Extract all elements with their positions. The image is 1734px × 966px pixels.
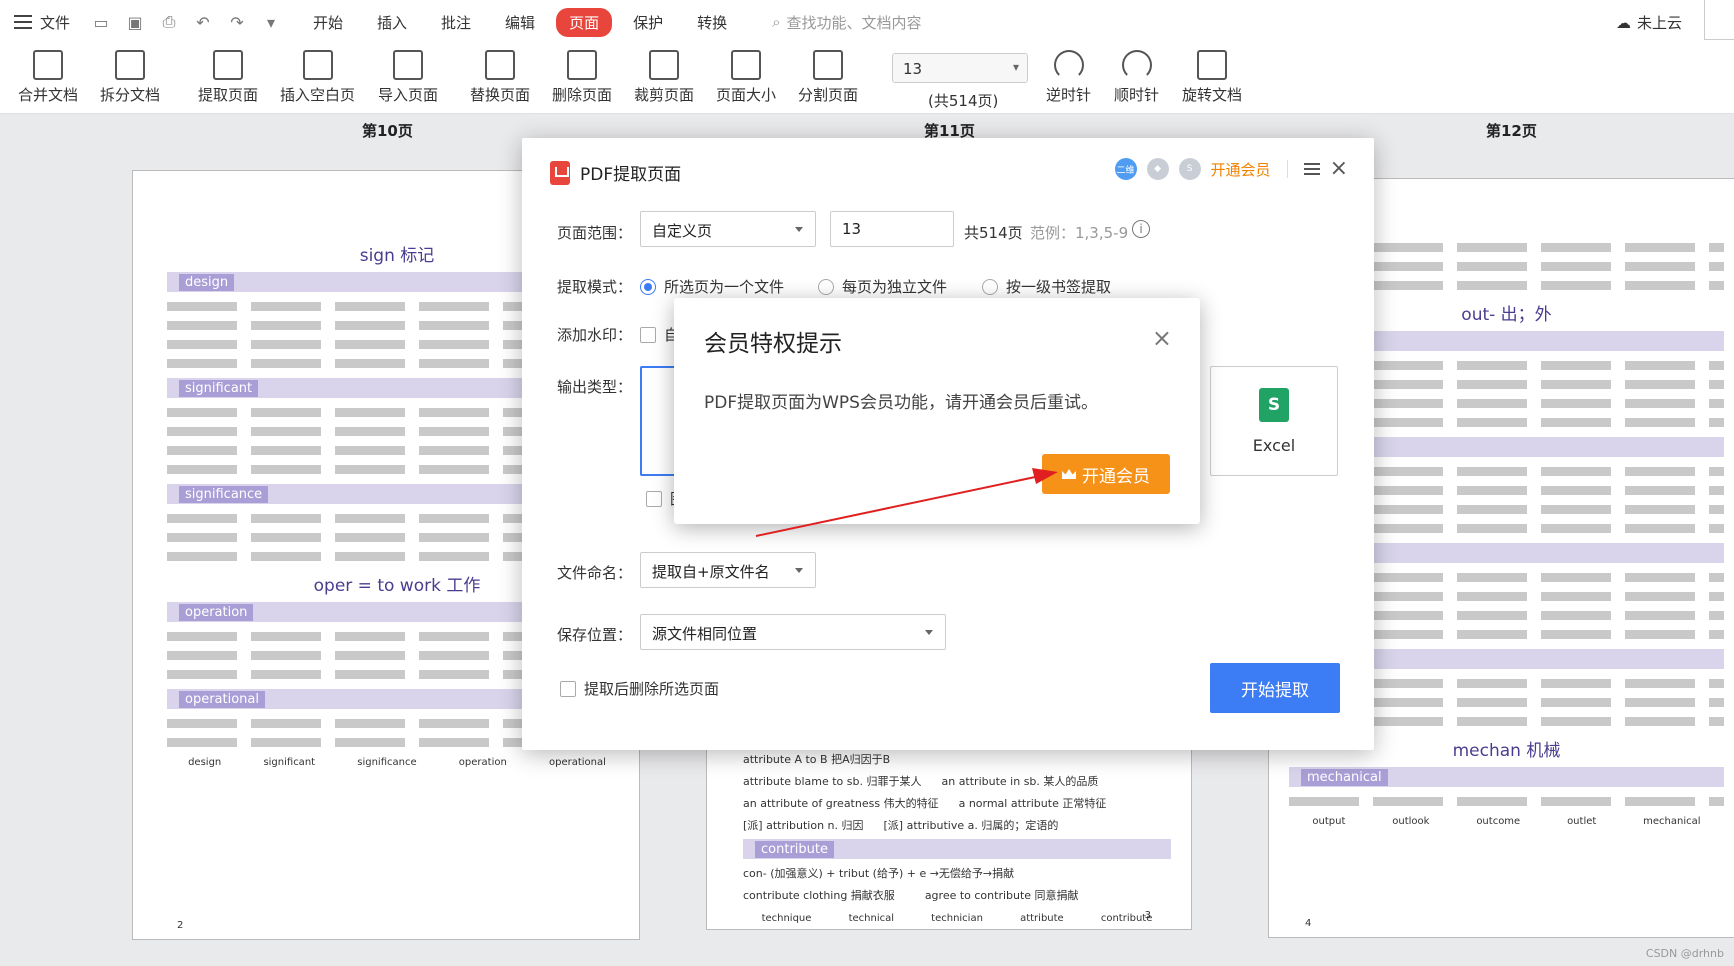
annotation-arrow (755, 468, 1058, 537)
arrow-head (1032, 468, 1058, 484)
arrow-line (755, 475, 1041, 537)
